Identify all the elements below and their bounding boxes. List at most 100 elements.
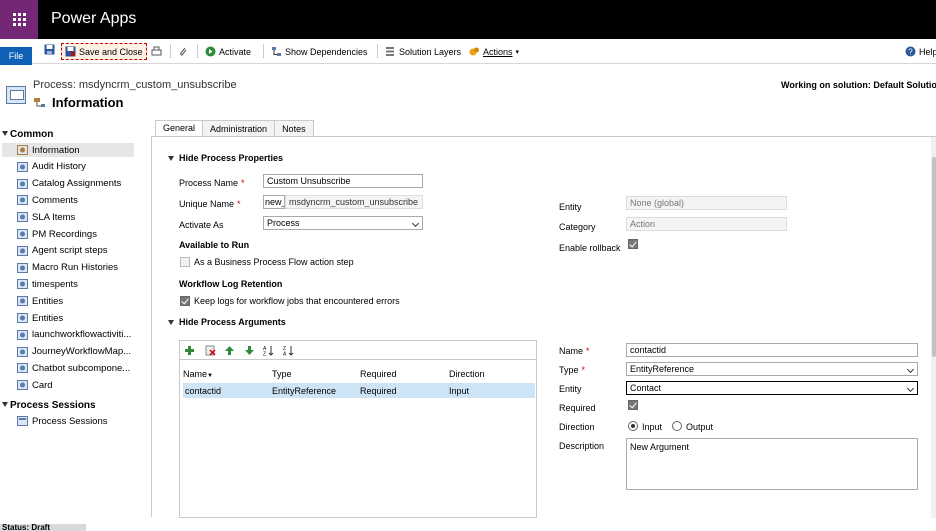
entity-icon [17,229,28,239]
hide-process-arguments-toggle[interactable]: Hide Process Arguments [168,317,286,327]
app-title: Power Apps [51,10,137,27]
sidebar-item-4[interactable]: SLA Items [2,210,134,224]
actions-label: Actions [483,46,513,57]
table-row[interactable] [183,383,535,398]
category-readonly-field: Action [626,217,787,231]
actions-menu-button[interactable]: Actions ▾ [469,43,519,60]
arg-entity-select[interactable]: Contact [626,381,918,395]
attach-icon[interactable] [178,46,189,57]
category-label: Category [559,222,596,232]
arg-name-input[interactable]: contactid [626,343,918,357]
sidebar-item-11[interactable]: launchworkflowactiviti... [2,328,134,342]
sidebar-item-label: timespents [32,278,78,290]
file-button[interactable]: File [0,47,32,65]
vertical-scrollbar[interactable] [931,137,936,518]
direction-output-radio[interactable] [672,421,682,431]
help-button[interactable]: ? Help [905,43,936,60]
process-name-input[interactable]: Custom Unsubscribe [263,174,423,188]
sidebar-item-1[interactable]: Audit History [2,160,134,174]
sidebar-item-5[interactable]: PM Recordings [2,227,134,241]
sort-ascending-icon[interactable]: AZ [263,345,274,356]
sort-descending-icon[interactable]: ZA [283,345,294,356]
keep-logs-checkbox[interactable] [180,296,190,306]
sidebar-item-process-sessions[interactable]: Process Sessions [2,414,134,428]
page-title: Information [52,95,124,110]
sidebar-item-7[interactable]: Macro Run Histories [2,261,134,275]
add-icon[interactable] [184,345,195,356]
sidebar-item-10[interactable]: Entities [2,311,134,325]
entity-icon [17,279,28,290]
column-header-type[interactable]: Type [272,369,292,379]
status-bar: Status: Draft [0,524,86,531]
move-up-icon[interactable] [224,345,235,356]
form-tabs: General Administration Notes [155,120,314,136]
arg-required-checkbox[interactable] [628,400,638,410]
unique-name-prefix: new_ [263,195,285,209]
activate-button[interactable]: Activate [205,43,251,60]
triangle-down-icon [2,402,8,407]
log-retention-heading: Workflow Log Retention [179,279,283,289]
arg-description-label: Description [559,441,605,451]
tab-administration[interactable]: Administration [202,120,276,136]
sidebar-item-13[interactable]: Chatbot subcompone... [2,361,134,375]
sidebar-item-0[interactable]: Information [2,143,134,157]
entity-icon [17,380,28,391]
save-and-close-button[interactable]: Save and Close [61,43,147,60]
show-dependencies-button[interactable]: Show Dependencies [271,43,368,60]
app-launcher-button[interactable] [0,0,38,39]
command-ribbon: File Save and Close Activate Show Depend… [0,39,936,65]
sidebar-item-6[interactable]: Agent script steps [2,244,134,258]
save-icon[interactable] [44,44,55,55]
sidebar-item-label: JourneyWorkflowMap... [32,346,132,358]
row-direction-cell: Input [449,386,470,396]
common-group-header[interactable]: Common [2,129,53,140]
direction-input-radio[interactable] [628,421,638,431]
column-header-name[interactable]: Name▼ [183,369,213,379]
activate-as-select[interactable]: Process [263,216,423,230]
row-required-cell: Required [360,386,397,396]
hide-process-properties-toggle[interactable]: Hide Process Properties [168,153,283,163]
enable-rollback-checkbox[interactable] [628,239,638,249]
print-icon[interactable] [151,46,162,57]
entity-readonly-field: None (global) [626,196,787,210]
solution-layers-button[interactable]: Solution Layers [385,43,461,60]
bpf-action-step-checkbox[interactable] [180,257,190,267]
tab-general[interactable]: General [155,120,204,136]
process-sessions-group-label: Process Sessions [10,400,96,411]
sidebar-item-8[interactable]: timespents [2,277,134,291]
delete-icon[interactable] [205,345,216,356]
unique-name-input[interactable]: msdyncrm_custom_unsubscribe [285,195,423,209]
arg-type-label: Type * [559,365,586,375]
sidebar-item-14[interactable]: Card [2,378,134,392]
sidebar-item-label: launchworkflowactiviti... [32,329,132,341]
entity-icon [17,212,28,223]
process-name-label: Process: msdyncrm_custom_unsubscribe [33,79,237,91]
sidebar-item-12[interactable]: JourneyWorkflowMap... [2,345,134,359]
ribbon-separator [170,44,171,58]
process-icon [6,86,26,104]
process-sessions-group-header[interactable]: Process Sessions [2,400,96,411]
save-close-icon [65,46,76,57]
entity-icon [17,145,28,155]
sidebar-nav: Common Information Audit History Catalog A… [0,120,150,525]
activate-as-label: Activate As [179,220,224,230]
collapse-triangle-icon [168,319,174,325]
process-sessions-icon [17,416,28,426]
grid-toolbar: AZ ZA [180,341,536,360]
sidebar-item-3[interactable]: Comments [2,193,134,207]
column-header-required[interactable]: Required [360,369,397,379]
arg-description-textarea[interactable]: New Argument [626,438,918,490]
tab-notes[interactable]: Notes [274,120,314,136]
direction-input-label: Input [642,422,663,432]
sidebar-item-9[interactable]: Entities [2,294,134,308]
scrollbar-thumb[interactable] [932,157,936,357]
sidebar-item-label: Information [32,144,80,156]
entity-icon [17,161,28,172]
sidebar-item-2[interactable]: Catalog Assignments [2,177,134,191]
entity-icon [17,195,28,206]
entity-icon [17,346,28,357]
solution-layers-label: Solution Layers [399,46,462,57]
move-down-icon[interactable] [244,345,255,356]
arg-type-select[interactable]: EntityReference [626,362,918,376]
column-header-direction[interactable]: Direction [449,369,485,379]
